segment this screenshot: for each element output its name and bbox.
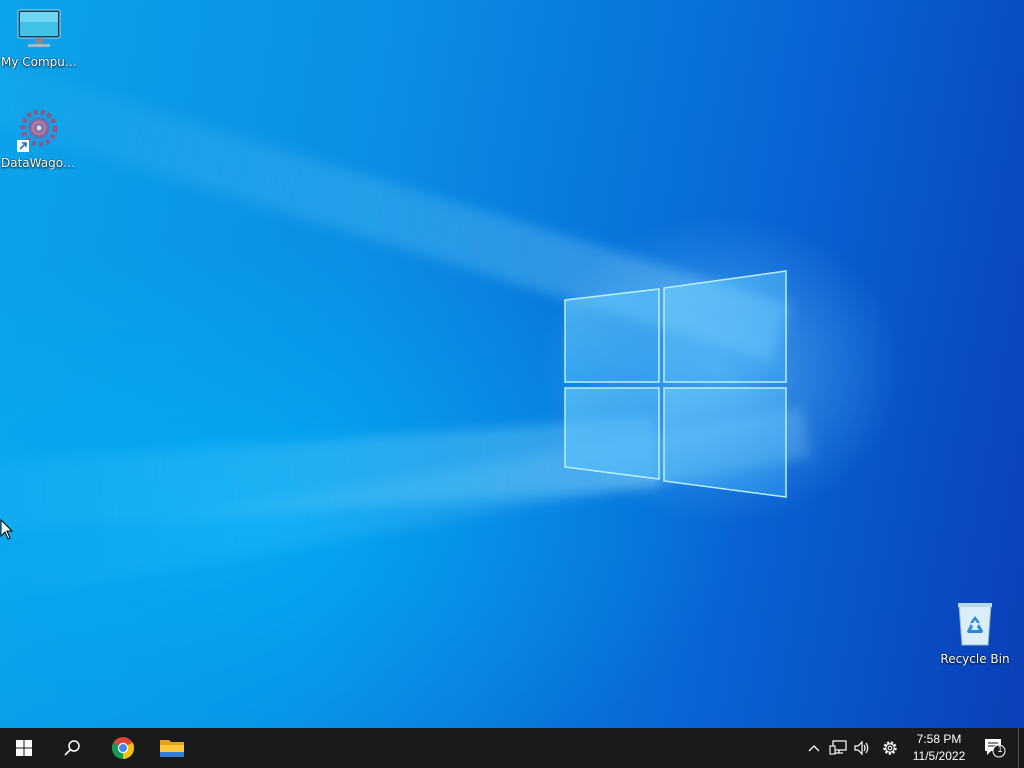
notification-count-badge: 1 bbox=[997, 744, 1003, 754]
gear-app-icon bbox=[15, 106, 63, 154]
desktop-icon-recycle-bin[interactable]: Recycle Bin bbox=[937, 601, 1013, 666]
taskbar: 7:58 PM 11/5/2022 1 bbox=[0, 728, 1024, 768]
clock-time: 7:58 PM bbox=[916, 732, 962, 746]
chrome-icon bbox=[112, 737, 134, 759]
show-desktop-button[interactable] bbox=[1018, 728, 1024, 768]
action-center-button[interactable]: 1 bbox=[982, 738, 1008, 758]
settings-gear-icon bbox=[883, 741, 897, 755]
monitor-icon bbox=[1, 8, 77, 53]
taskbar-file-explorer-button[interactable] bbox=[148, 728, 196, 768]
desktop-icon-label: Recycle Bin bbox=[940, 652, 1010, 666]
network-status-button[interactable] bbox=[828, 738, 848, 758]
windows-start-icon bbox=[16, 740, 32, 756]
desktop-icon-label: DataWagon... bbox=[1, 156, 77, 170]
folder-icon bbox=[160, 740, 184, 757]
network-icon bbox=[829, 740, 847, 755]
volume-button[interactable] bbox=[852, 738, 872, 758]
settings-tray-button[interactable] bbox=[880, 738, 900, 758]
windows-logo-wallpaper bbox=[564, 270, 787, 498]
recycle-bin-icon bbox=[937, 601, 1013, 650]
desktop-icon-label: My Computer bbox=[1, 55, 77, 69]
desktop-wallpaper bbox=[0, 0, 1024, 728]
volume-icon bbox=[854, 740, 869, 756]
clock-date: 11/5/2022 bbox=[912, 749, 966, 763]
desktop-icon-datawagon[interactable]: DataWagon... bbox=[1, 106, 77, 170]
desktop-icon-my-computer[interactable]: My Computer bbox=[1, 8, 77, 69]
search-button[interactable] bbox=[48, 728, 96, 768]
chevron-up-icon bbox=[808, 745, 820, 752]
mouse-pointer-icon bbox=[0, 519, 14, 540]
show-hidden-icons-button[interactable] bbox=[804, 738, 824, 758]
taskbar-chrome-button[interactable] bbox=[99, 728, 147, 768]
search-icon bbox=[64, 740, 80, 756]
start-button[interactable] bbox=[0, 728, 48, 768]
taskbar-clock[interactable]: 7:58 PM 11/5/2022 bbox=[906, 731, 972, 765]
